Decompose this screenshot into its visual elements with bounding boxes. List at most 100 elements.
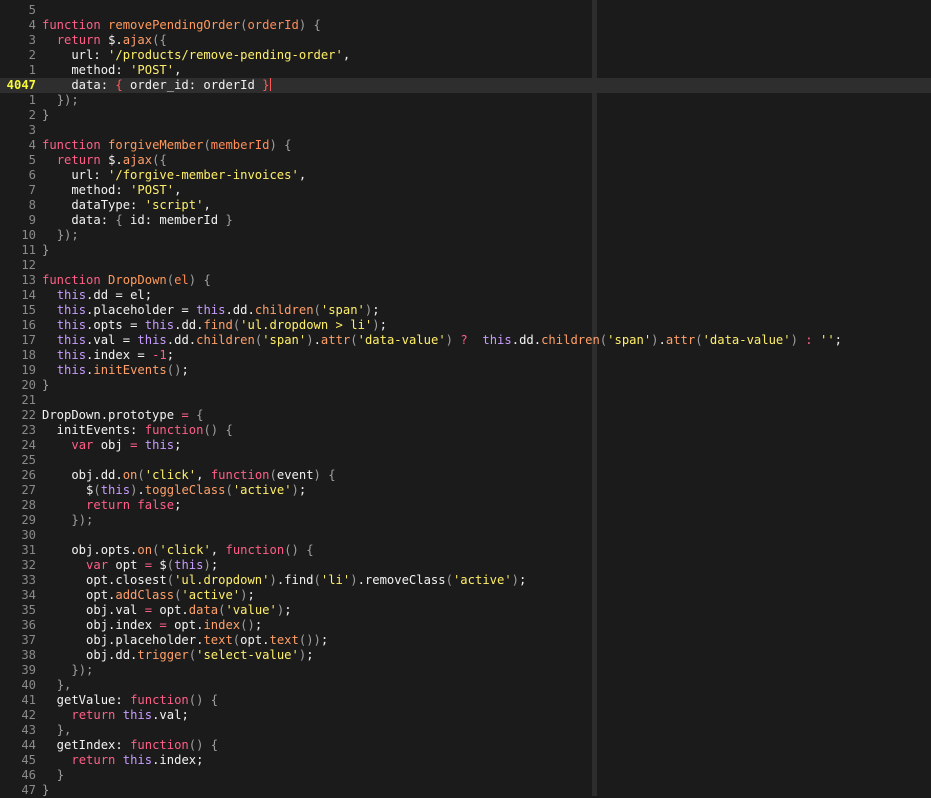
code-line[interactable]: 45 return this.index; <box>0 753 931 768</box>
code-line[interactable]: 11} <box>0 243 931 258</box>
line-number: 37 <box>21 633 36 647</box>
token-plain: getIndex: <box>42 738 131 752</box>
code-line[interactable]: 4 function removePendingOrder(orderId) { <box>0 18 931 33</box>
token-punc: ( <box>137 468 145 482</box>
token-punc: ({ <box>152 153 167 167</box>
code-line[interactable]: 36 obj.index = opt.index(); <box>0 618 931 633</box>
code-line[interactable]: 10 }); <box>0 228 931 243</box>
code-line[interactable]: 43 }, <box>0 723 931 738</box>
token-fn: forgiveMember <box>108 138 204 152</box>
code-line[interactable]: 34 opt.addClass('active'); <box>0 588 931 603</box>
code-line[interactable]: 26 obj.dd.on('click', function(event) { <box>0 468 931 483</box>
code-line[interactable]: 13 function DropDown(el) { <box>0 273 931 288</box>
code-line[interactable]: 24 var obj = this; <box>0 438 931 453</box>
code-line[interactable]: 32 var opt = $(this); <box>0 558 931 573</box>
code-line[interactable]: 41 getValue: function() { <box>0 693 931 708</box>
code-line[interactable]: 16 this.opts = this.dd.find('ul.dropdown… <box>0 318 931 333</box>
code-line[interactable]: 1 method: 'POST', <box>0 63 931 78</box>
code-line[interactable]: 30 <box>0 528 931 543</box>
code-line[interactable]: 2} <box>0 108 931 123</box>
code-line[interactable]: 14 this.dd = el; <box>0 288 931 303</box>
token-punc: () { <box>188 693 219 707</box>
line-number: 44 <box>21 738 36 752</box>
code-line[interactable]: 42 return this.val; <box>0 708 931 723</box>
code-line[interactable]: 33 opt.closest('ul.dropdown').find('li')… <box>0 573 931 588</box>
token-punc: ( <box>203 138 211 152</box>
code-editor[interactable]: 5 4 function removePendingOrder(orderId) {… <box>0 0 931 797</box>
code-line[interactable]: 44 getIndex: function() { <box>0 738 931 753</box>
token-plain: .removeClass <box>357 573 446 587</box>
token-plain: initEvents: <box>42 423 145 437</box>
token-punc: ( <box>166 573 175 587</box>
code-line[interactable]: 9 data: { id: memberId } <box>0 213 931 228</box>
code-line[interactable]: 31 obj.opts.on('click', function() { <box>0 543 931 558</box>
code-line[interactable]: 38 obj.dd.trigger('select-value'); <box>0 648 931 663</box>
code-area[interactable]: 5 4 function removePendingOrder(orderId) {… <box>0 0 931 797</box>
code-line[interactable]: 27 $(this).toggleClass('active'); <box>0 483 931 498</box>
line-number: 12 <box>21 258 36 272</box>
code-line[interactable]: 2 url: '/products/remove-pending-order', <box>0 48 931 63</box>
token-punc: () { <box>188 738 219 752</box>
code-line[interactable]: 3 <box>0 123 931 138</box>
code-line[interactable]: 37 obj.placeholder.text(opt.text()); <box>0 633 931 648</box>
token-call: children <box>254 303 314 317</box>
code-line[interactable]: 28 return false; <box>0 498 931 513</box>
token-plain: url: <box>42 168 109 182</box>
token-punc: ({ <box>152 33 167 47</box>
token-plain: opt. <box>42 588 116 602</box>
token-this: this <box>56 333 87 347</box>
code-line[interactable]: 21 <box>0 393 931 408</box>
token-plain: , <box>174 63 182 77</box>
code-line[interactable]: 18 this.index = -1; <box>0 348 931 363</box>
line-number: 10 <box>21 228 36 242</box>
line-number: 23 <box>21 423 36 437</box>
token-plain: method: <box>42 183 131 197</box>
code-line[interactable]: 4 function forgiveMember(memberId) { <box>0 138 931 153</box>
code-line[interactable]: 35 obj.val = opt.data('value'); <box>0 603 931 618</box>
code-line[interactable]: 12 <box>0 258 931 273</box>
code-line[interactable]: 3 return $.ajax({ <box>0 33 931 48</box>
token-bracket-hl: { <box>115 78 123 92</box>
line-text: method: 'POST', <box>42 183 181 198</box>
current-code-line[interactable]: 4047 data: { order_id: orderId } <box>0 78 931 93</box>
code-line[interactable]: 23 initEvents: function() { <box>0 423 931 438</box>
code-line[interactable]: 46 } <box>0 768 931 783</box>
line-text: opt.closest('ul.dropdown').find('li').re… <box>42 573 526 588</box>
token-punc: ) <box>306 333 314 347</box>
token-call: toggleClass <box>144 483 226 497</box>
token-punc: ) { <box>298 18 321 32</box>
token-plain: , <box>210 543 226 557</box>
token-punc: ) <box>350 573 358 587</box>
token-kw: : <box>797 333 820 347</box>
token-str: 'select-value' <box>196 648 299 662</box>
code-line[interactable]: 15 this.placeholder = this.dd.children('… <box>0 303 931 318</box>
code-line[interactable]: 7 method: 'POST', <box>0 183 931 198</box>
code-line[interactable]: 40 }, <box>0 678 931 693</box>
code-line[interactable]: 8 dataType: 'script', <box>0 198 931 213</box>
code-line[interactable]: 20} <box>0 378 931 393</box>
code-line[interactable]: 25 <box>0 453 931 468</box>
token-punc: }); <box>71 513 94 527</box>
token-plain: obj <box>100 438 131 452</box>
token-num: -1 <box>152 348 167 362</box>
code-line[interactable]: 17 this.val = this.dd.children('span').a… <box>0 333 931 348</box>
code-line[interactable]: 19 this.initEvents(); <box>0 363 931 378</box>
token-kw: function <box>210 468 270 482</box>
code-line[interactable]: 1 }); <box>0 93 931 108</box>
code-line[interactable]: 22 DropDown.prototype = { <box>0 408 931 423</box>
code-line[interactable]: 39 }); <box>0 663 931 678</box>
token-plain: .val = <box>86 333 138 347</box>
token-plain: ; <box>298 483 307 497</box>
token-call: on <box>122 468 138 482</box>
code-line[interactable]: 6 url: '/forgive-member-invoices', <box>0 168 931 183</box>
code-line[interactable]: 29 }); <box>0 513 931 528</box>
line-number: 25 <box>21 453 36 467</box>
token-str: '/products/remove-pending-order' <box>108 48 343 62</box>
code-line[interactable]: 5 return $.ajax({ <box>0 153 931 168</box>
code-line[interactable]: 5 <box>0 3 931 18</box>
